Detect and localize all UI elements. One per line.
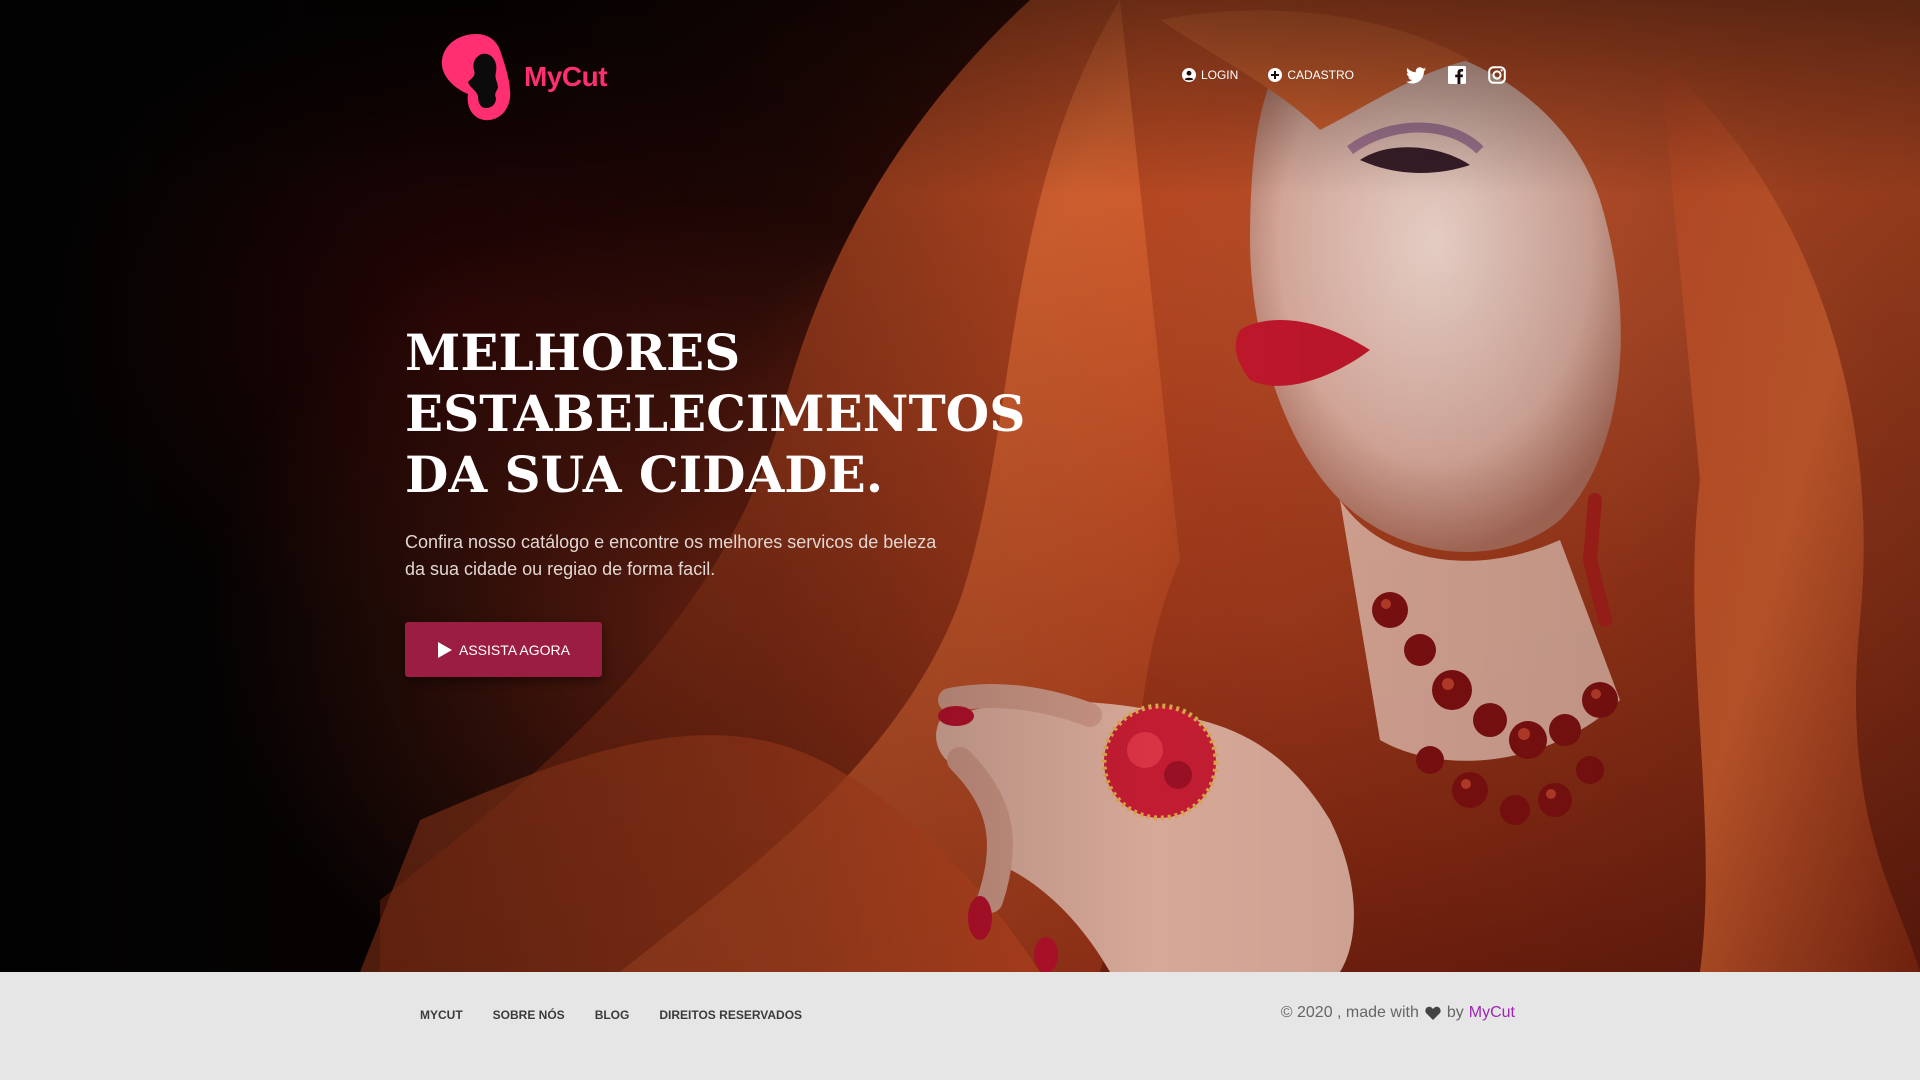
- headline-line-2: ESTABELECIMENTOS: [405, 384, 1026, 443]
- plus-circle-icon: [1268, 68, 1283, 82]
- footer-link-mycut[interactable]: MYCUT: [420, 1008, 463, 1022]
- logo-icon: [441, 34, 511, 121]
- watch-now-label: ASSISTA AGORA: [458, 641, 570, 658]
- login-link[interactable]: LOGIN: [1181, 68, 1239, 82]
- top-navigation: LOGIN CADASTRO: [1181, 66, 1506, 84]
- footer-link-direitos-reservados[interactable]: DIREITOS RESERVADOS: [659, 1008, 802, 1022]
- heart-icon: [1425, 1006, 1441, 1020]
- play-icon: [437, 641, 452, 658]
- facebook-link[interactable]: [1448, 66, 1466, 84]
- copyright-prefix: © 2020 , made with: [1280, 1004, 1419, 1021]
- subtitle-line-2: da sua cidade ou regiao de forma facil.: [405, 559, 716, 579]
- instagram-link[interactable]: [1488, 66, 1506, 84]
- watch-now-button[interactable]: ASSISTA AGORA: [405, 622, 602, 677]
- footer: [0, 972, 1920, 1080]
- footer-link-blog[interactable]: BLOG: [595, 1008, 630, 1022]
- twitter-icon: [1406, 66, 1426, 83]
- headline-line-1: MELHORES: [405, 323, 741, 382]
- user-circle-icon: [1181, 68, 1196, 82]
- footer-link-sobre-nos[interactable]: SOBRE NÓS: [493, 1008, 565, 1022]
- hero-headline: MELHORES ESTABELECIMENTOS DA SUA CIDADE.: [405, 322, 1025, 505]
- twitter-link[interactable]: [1406, 66, 1426, 84]
- hero-subtitle: Confira nosso catálogo e encontre os mel…: [405, 529, 945, 583]
- cadastro-link[interactable]: CADASTRO: [1268, 68, 1354, 82]
- instagram-icon: [1488, 66, 1506, 84]
- footer-navigation: MYCUT SOBRE NÓS BLOG DIREITOS RESERVADOS: [420, 1008, 832, 1022]
- brand-name: MyCut: [524, 61, 608, 92]
- facebook-icon: [1448, 66, 1466, 84]
- copyright: © 2020 , made with by MyCut: [1281, 1004, 1515, 1022]
- brand[interactable]: MyCut: [438, 32, 608, 122]
- subtitle-line-1: Confira nosso catálogo e encontre os mel…: [405, 532, 937, 552]
- login-label: LOGIN: [1200, 68, 1239, 82]
- copyright-brand-link[interactable]: MyCut: [1469, 1004, 1515, 1022]
- headline-line-3: DA SUA CIDADE.: [405, 445, 884, 504]
- cadastro-label: CADASTRO: [1287, 68, 1354, 82]
- copyright-by: by: [1446, 1004, 1464, 1021]
